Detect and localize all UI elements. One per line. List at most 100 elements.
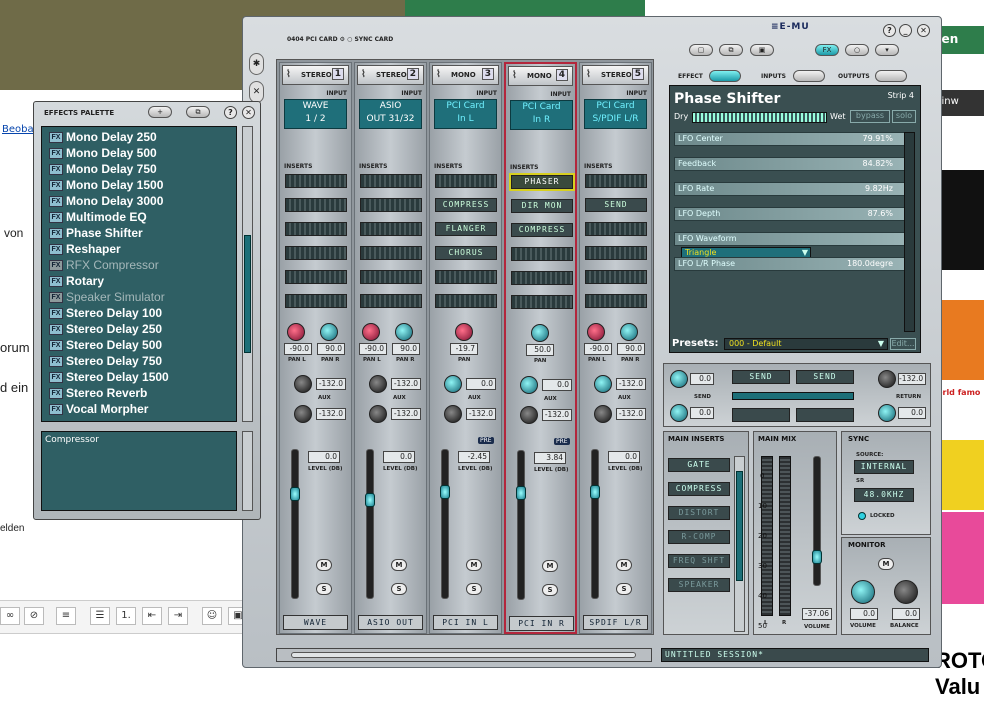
- effect-list-item[interactable]: FX Phase Shifter: [49, 226, 143, 242]
- effect-list-item[interactable]: FX Stereo Delay 250: [49, 322, 162, 338]
- aux-knob-1[interactable]: [594, 375, 612, 393]
- strip-scrollbar[interactable]: [276, 648, 652, 662]
- bypass-button[interactable]: bypass: [850, 110, 890, 123]
- send-slot-2[interactable]: SEND: [796, 370, 854, 384]
- effect-tab[interactable]: [709, 70, 741, 82]
- insert-slot[interactable]: [360, 294, 422, 308]
- insert-slot[interactable]: [285, 294, 347, 308]
- channel-fader[interactable]: [441, 449, 449, 599]
- mute-button[interactable]: M: [316, 559, 332, 571]
- insert-slot[interactable]: [585, 246, 647, 260]
- channel-fader[interactable]: [291, 449, 299, 599]
- channel-fader[interactable]: [591, 449, 599, 599]
- insert-slot[interactable]: [285, 222, 347, 236]
- send-slot-4[interactable]: [796, 408, 854, 422]
- channel-fader[interactable]: [366, 449, 374, 599]
- fader-thumb[interactable]: [516, 486, 526, 500]
- effect-parameter[interactable]: LFO Rate 9.82Hz: [674, 182, 914, 196]
- effect-parameter[interactable]: Feedback 84.82%: [674, 157, 914, 171]
- solo-button[interactable]: solo: [892, 110, 916, 123]
- strip-name[interactable]: PCI IN R: [509, 616, 574, 631]
- strip-name[interactable]: SPDIF L/R: [583, 615, 648, 630]
- background-link[interactable]: Beoba: [2, 124, 34, 135]
- aux-knob-1[interactable]: [520, 376, 538, 394]
- effect-list-item[interactable]: FX Stereo Delay 750: [49, 354, 162, 370]
- link-icon[interactable]: ∞: [0, 607, 20, 625]
- insert-slot[interactable]: PHASER: [509, 173, 575, 191]
- insert-slot[interactable]: [585, 174, 647, 188]
- aux-knob-1[interactable]: [444, 375, 462, 393]
- fader-thumb[interactable]: [590, 485, 600, 499]
- monitor-mute-button[interactable]: M: [878, 558, 894, 570]
- main-volume-fader[interactable]: [813, 456, 821, 586]
- effect-parameter[interactable]: LFO Center 79.91%: [674, 132, 914, 146]
- fader-thumb[interactable]: [440, 485, 450, 499]
- effect-list-item[interactable]: FX Stereo Delay 500: [49, 338, 162, 354]
- mute-button[interactable]: M: [616, 559, 632, 571]
- insert-slot[interactable]: COMPRESS: [435, 198, 497, 212]
- mute-button[interactable]: M: [466, 559, 482, 571]
- bullet-list-icon[interactable]: ☰: [90, 607, 110, 625]
- effect-parameter[interactable]: LFO Depth 87.6%: [674, 207, 914, 221]
- scrollbar-thumb[interactable]: [291, 652, 636, 658]
- insert-slot[interactable]: [435, 294, 497, 308]
- effect-list-item[interactable]: FX Vocal Morpher: [49, 402, 148, 418]
- chevron-down-icon[interactable]: ▼: [802, 248, 808, 257]
- insert-slot[interactable]: [435, 270, 497, 284]
- send-slot-1[interactable]: SEND: [732, 370, 790, 384]
- aux-knob-2[interactable]: [594, 405, 612, 423]
- monitor-volume-knob[interactable]: [851, 580, 875, 604]
- insert-slot[interactable]: [285, 270, 347, 284]
- collapse-button[interactable]: ✕: [249, 81, 264, 103]
- effect-list-item[interactable]: FX Mono Delay 1500: [49, 178, 163, 194]
- effect-list-item[interactable]: FX Stereo Delay 100: [49, 306, 162, 322]
- send-bar[interactable]: [732, 392, 854, 400]
- solo-button[interactable]: S: [466, 583, 482, 595]
- insert-slot[interactable]: [285, 246, 347, 260]
- effect-list-item[interactable]: FX Stereo Reverb: [49, 386, 147, 402]
- send-knob-1[interactable]: [670, 370, 688, 388]
- strip-name[interactable]: WAVE: [283, 615, 348, 630]
- minimize-button[interactable]: _: [899, 24, 912, 37]
- effect-list-item[interactable]: FX Multimode EQ: [49, 210, 147, 226]
- palette-add-button[interactable]: +: [148, 106, 172, 118]
- pan-right-knob[interactable]: [320, 323, 338, 341]
- insert-slot[interactable]: SEND: [585, 198, 647, 212]
- solo-button[interactable]: S: [391, 583, 407, 595]
- effect-list-item[interactable]: FX Speaker Simulator: [49, 290, 165, 306]
- strip-name[interactable]: ASIO OUT: [358, 615, 423, 630]
- smiley-icon[interactable]: ☺: [202, 607, 222, 625]
- inputs-tab[interactable]: [793, 70, 825, 82]
- insert-slot[interactable]: [511, 247, 573, 261]
- main-insert-slot[interactable]: SPEAKER: [668, 578, 730, 592]
- mute-button[interactable]: M: [391, 559, 407, 571]
- dry-wet-slider[interactable]: [692, 112, 827, 123]
- insert-slot[interactable]: [360, 198, 422, 212]
- return-knob-1[interactable]: [878, 370, 896, 388]
- sync-source-value[interactable]: INTERNAL: [854, 460, 914, 474]
- insert-slot[interactable]: CHORUS: [435, 246, 497, 260]
- insert-slot[interactable]: COMPRESS: [511, 223, 573, 237]
- insert-slot[interactable]: [360, 222, 422, 236]
- main-insert-slot[interactable]: DISTORT: [668, 506, 730, 520]
- pan-knob[interactable]: [455, 323, 473, 341]
- main-insert-slot[interactable]: COMPRESS: [668, 482, 730, 496]
- aux-knob-2[interactable]: [444, 405, 462, 423]
- effect-list-item[interactable]: FX Mono Delay 3000: [49, 194, 163, 210]
- aux-knob-2[interactable]: [369, 405, 387, 423]
- close-button[interactable]: ✕: [917, 24, 930, 37]
- effect-list-item[interactable]: FX Stereo Delay 1500: [49, 370, 169, 386]
- pan-left-knob[interactable]: [362, 323, 380, 341]
- effect-list-item[interactable]: FX Reshaper: [49, 242, 121, 258]
- settings-button[interactable]: ○: [845, 44, 869, 56]
- strip-name[interactable]: PCI IN L: [433, 615, 498, 630]
- palette-help-button[interactable]: ?: [224, 106, 237, 119]
- return-knob-2[interactable]: [878, 404, 896, 422]
- effect-list-item[interactable]: FX Mono Delay 750: [49, 162, 157, 178]
- aux-knob-2[interactable]: [294, 405, 312, 423]
- insert-slot[interactable]: [435, 174, 497, 188]
- send-knob-2[interactable]: [670, 404, 688, 422]
- main-inserts-scrollbar[interactable]: [734, 456, 745, 632]
- palette-close-button[interactable]: ✕: [242, 106, 255, 119]
- menu-button[interactable]: ▾: [875, 44, 899, 56]
